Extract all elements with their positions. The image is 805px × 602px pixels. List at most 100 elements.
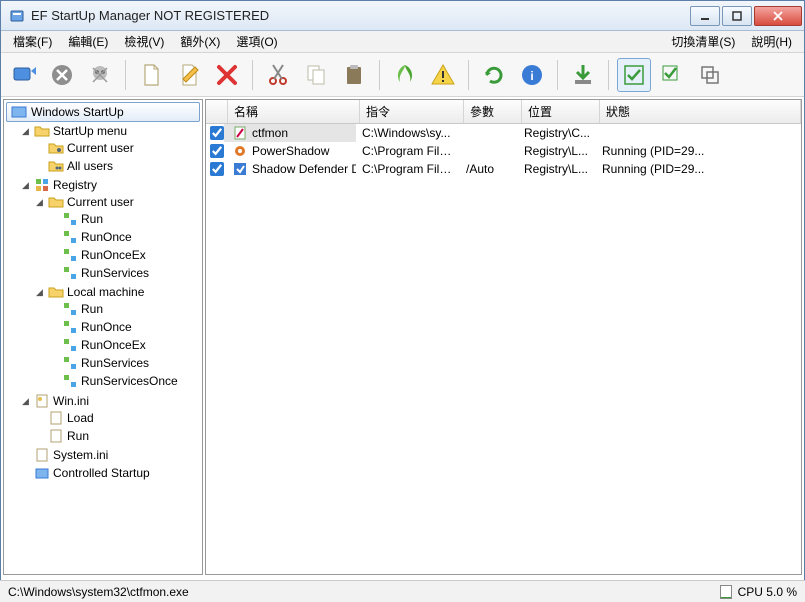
col-location[interactable]: 位置 bbox=[522, 100, 600, 123]
tree-view[interactable]: Windows StartUp ◢StartUp menu ◢Current u… bbox=[3, 99, 203, 575]
row-params: /Auto bbox=[460, 161, 518, 177]
reg-icon bbox=[62, 211, 78, 227]
page-icon bbox=[48, 410, 64, 426]
list-view[interactable]: 名稱 指令 參數 位置 狀態 ctfmonC:\Windows\sy...Reg… bbox=[205, 99, 802, 575]
cpu-label: CPU 5.0 % bbox=[738, 585, 797, 599]
menu-options[interactable]: 選項(O) bbox=[228, 31, 285, 52]
tree-current-user[interactable]: Current user bbox=[67, 141, 134, 155]
minimize-button[interactable] bbox=[690, 6, 720, 26]
tree-lm-runservicesonce[interactable]: RunServicesOnce bbox=[81, 374, 178, 388]
warning-button[interactable] bbox=[426, 58, 460, 92]
reg-icon bbox=[62, 229, 78, 245]
tree-root[interactable]: Windows StartUp bbox=[6, 102, 200, 122]
menu-edit[interactable]: 編輯(E) bbox=[60, 31, 116, 52]
ini-icon bbox=[34, 393, 50, 409]
row-location: Registry\L... bbox=[518, 161, 596, 177]
tree-load[interactable]: Load bbox=[67, 411, 94, 425]
import-button[interactable] bbox=[566, 58, 600, 92]
skull-button[interactable] bbox=[83, 58, 117, 92]
reg-icon bbox=[62, 301, 78, 317]
row-name: Shadow Defender D... bbox=[252, 162, 356, 176]
col-name[interactable]: 名稱 bbox=[228, 100, 360, 123]
check-button[interactable] bbox=[655, 58, 689, 92]
table-row[interactable]: PowerShadow C:\Program File... Registry\L.… bbox=[206, 142, 801, 160]
registry-icon bbox=[34, 177, 50, 193]
cpu-meter: CPU 5.0 % bbox=[720, 585, 797, 599]
row-checkbox[interactable] bbox=[210, 162, 224, 176]
reload-button[interactable] bbox=[477, 58, 511, 92]
svg-text:i: i bbox=[530, 69, 533, 83]
menu-switch[interactable]: 切換清單(S) bbox=[663, 31, 743, 52]
row-checkbox[interactable] bbox=[210, 126, 224, 140]
tree-runonceex[interactable]: RunOnceEx bbox=[81, 248, 146, 262]
users-folder-icon bbox=[48, 158, 64, 174]
disable-button[interactable] bbox=[45, 58, 79, 92]
tree-systemini[interactable]: System.ini bbox=[53, 448, 108, 462]
menu-file[interactable]: 檔案(F) bbox=[5, 31, 60, 52]
table-row[interactable]: ctfmonC:\Windows\sy...Registry\C... bbox=[206, 124, 801, 142]
cut-button[interactable] bbox=[261, 58, 295, 92]
tree-runservices[interactable]: RunServices bbox=[81, 266, 149, 280]
refresh-view-button[interactable] bbox=[7, 58, 41, 92]
select-all-button[interactable] bbox=[617, 58, 651, 92]
row-command: C:\Windows\sy... bbox=[356, 125, 460, 141]
row-command: C:\Program File... bbox=[356, 161, 460, 177]
app-item-icon bbox=[232, 161, 248, 177]
tree-winini[interactable]: Win.ini bbox=[53, 394, 89, 408]
machine-icon bbox=[48, 284, 64, 300]
maximize-button[interactable] bbox=[722, 6, 752, 26]
row-state: Running (PID=29... bbox=[596, 161, 801, 177]
info-button[interactable]: i bbox=[515, 58, 549, 92]
tree-registry[interactable]: Registry bbox=[53, 178, 97, 192]
app-icon bbox=[9, 8, 25, 24]
new-button[interactable] bbox=[134, 58, 168, 92]
app-item-icon bbox=[232, 143, 248, 159]
reg-icon bbox=[62, 319, 78, 335]
tree-root-label: Windows StartUp bbox=[31, 105, 124, 119]
col-params[interactable]: 參數 bbox=[464, 100, 522, 123]
row-checkbox[interactable] bbox=[210, 144, 224, 158]
reg-icon bbox=[62, 265, 78, 281]
folder-icon bbox=[34, 123, 50, 139]
status-path: C:\Windows\system32\ctfmon.exe bbox=[8, 585, 189, 599]
reg-icon bbox=[62, 373, 78, 389]
controlled-icon bbox=[34, 465, 50, 481]
tree-lm-runonceex[interactable]: RunOnceEx bbox=[81, 338, 146, 352]
edit-button[interactable] bbox=[172, 58, 206, 92]
tree-winini-run[interactable]: Run bbox=[67, 429, 89, 443]
close-button[interactable] bbox=[754, 6, 802, 26]
tree-run[interactable]: Run bbox=[81, 212, 103, 226]
page-icon bbox=[48, 428, 64, 444]
col-command[interactable]: 指令 bbox=[360, 100, 464, 123]
tree-reg-current-user[interactable]: Current user bbox=[67, 195, 134, 209]
duplicate-button[interactable] bbox=[693, 58, 727, 92]
tree-local-machine[interactable]: Local machine bbox=[67, 285, 144, 299]
menu-view[interactable]: 檢視(V) bbox=[116, 31, 172, 52]
row-location: Registry\C... bbox=[518, 125, 596, 141]
col-state[interactable]: 狀態 bbox=[600, 100, 801, 123]
cpu-bar-icon bbox=[720, 585, 732, 599]
menu-help[interactable]: 說明(H) bbox=[743, 31, 800, 52]
menubar: 檔案(F) 編輯(E) 檢視(V) 額外(X) 選項(O) 切換清單(S) 說明… bbox=[1, 31, 804, 53]
delete-button[interactable] bbox=[210, 58, 244, 92]
tree-lm-run[interactable]: Run bbox=[81, 302, 103, 316]
copy-button[interactable] bbox=[299, 58, 333, 92]
windows-icon bbox=[11, 104, 27, 120]
tree-startup-menu[interactable]: StartUp menu bbox=[53, 124, 127, 138]
tree-controlled[interactable]: Controlled Startup bbox=[53, 466, 150, 480]
row-name: PowerShadow bbox=[252, 144, 329, 158]
toolbar: i bbox=[1, 53, 804, 97]
paste-button[interactable] bbox=[337, 58, 371, 92]
table-row[interactable]: Shadow Defender D...C:\Program File.../A… bbox=[206, 160, 801, 178]
window-title: EF StartUp Manager NOT REGISTERED bbox=[31, 8, 690, 23]
row-location: Registry\L... bbox=[518, 143, 596, 159]
tree-all-users[interactable]: All users bbox=[67, 159, 113, 173]
menu-extra[interactable]: 額外(X) bbox=[172, 31, 228, 52]
tree-lm-runonce[interactable]: RunOnce bbox=[81, 320, 132, 334]
row-command: C:\Program File... bbox=[356, 143, 460, 159]
list-header: 名稱 指令 參數 位置 狀態 bbox=[206, 100, 801, 124]
eco-button[interactable] bbox=[388, 58, 422, 92]
tree-runonce[interactable]: RunOnce bbox=[81, 230, 132, 244]
reg-icon bbox=[62, 337, 78, 353]
tree-lm-runservices[interactable]: RunServices bbox=[81, 356, 149, 370]
